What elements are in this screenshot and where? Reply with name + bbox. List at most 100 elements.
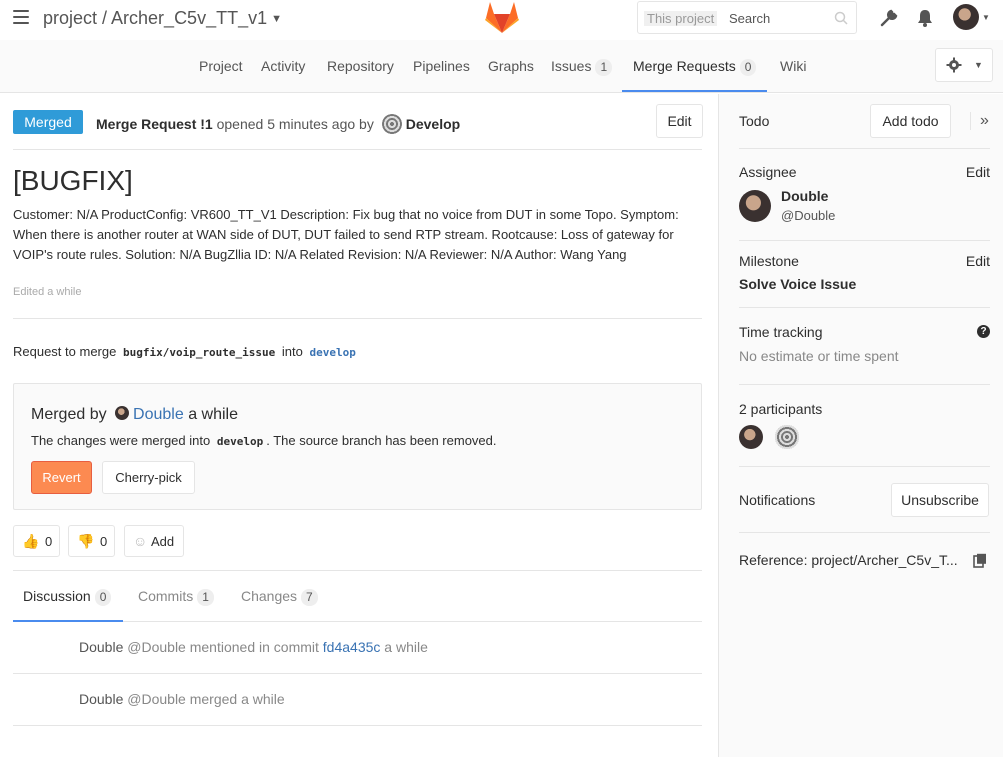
thumbs-up-count: 0 xyxy=(45,534,53,549)
note-handle[interactable]: @Double xyxy=(127,691,186,707)
assignee-user[interactable]: Double @Double xyxy=(739,188,990,224)
search-icon xyxy=(834,11,848,25)
divider xyxy=(13,318,702,319)
reference-text: Reference: project/Archer_C5v_T... xyxy=(739,552,958,568)
participant-avatar[interactable] xyxy=(775,425,799,449)
note-text: Double @Double merged a while xyxy=(79,691,285,707)
nav-graphs[interactable]: Graphs xyxy=(488,58,534,74)
mr-description: Customer: N/A ProductConfig: VR600_TT_V1… xyxy=(13,207,679,262)
participants-list xyxy=(739,425,990,452)
thumbs-up-icon: 👍 xyxy=(22,533,40,549)
request-prefix: Request to merge xyxy=(13,344,117,359)
author-name[interactable]: Develop xyxy=(406,116,460,132)
target-branch-link[interactable]: develop xyxy=(307,346,359,359)
nav-wiki[interactable]: Wiki xyxy=(780,58,806,74)
hamburger-menu-icon[interactable] xyxy=(13,10,29,24)
assignee-avatar xyxy=(739,190,771,222)
nav-merge-requests-label: Merge Requests xyxy=(633,58,736,74)
thumbs-up-award-button[interactable]: 👍 0 xyxy=(13,525,60,557)
revert-button[interactable]: Revert xyxy=(31,461,92,494)
merge-request-branches: Request to merge bugfix/voip_route_issue… xyxy=(13,344,359,359)
active-tab-underline xyxy=(622,90,767,92)
unsubscribe-button[interactable]: Unsubscribe xyxy=(891,483,989,517)
reference-section: Reference: project/Archer_C5v_T... xyxy=(739,552,990,568)
into-text: into xyxy=(281,344,303,359)
merger-link[interactable]: Double xyxy=(133,406,184,423)
author-avatar[interactable] xyxy=(381,114,402,134)
merged-by-prefix: Merged by xyxy=(31,406,107,423)
nav-activity[interactable]: Activity xyxy=(261,58,305,74)
bell-icon[interactable] xyxy=(915,8,935,28)
time-tracking-label: Time tracking xyxy=(739,324,823,340)
divider xyxy=(739,148,990,149)
notifications-label: Notifications xyxy=(739,492,816,508)
nav-issues-label: Issues xyxy=(551,58,592,74)
mr-tabs: Discussion 0 Commits 1 Changes 7 xyxy=(13,570,702,622)
note-author[interactable]: Double xyxy=(79,639,123,655)
tab-changes-label: Changes xyxy=(241,588,298,604)
tab-changes[interactable]: Changes 7 xyxy=(241,588,318,606)
edit-button[interactable]: Edit xyxy=(656,104,703,138)
assignee-label: Assignee xyxy=(739,164,797,180)
milestone-value[interactable]: Solve Voice Issue xyxy=(739,276,990,292)
tab-discussion[interactable]: Discussion 0 xyxy=(23,588,112,606)
chevron-down-icon[interactable]: ▼ xyxy=(982,13,990,22)
nav-project[interactable]: Project xyxy=(199,58,243,74)
merged-message: The changes were merged into develop. Th… xyxy=(31,433,497,448)
merged-widget: Merged by Double a while The changes wer… xyxy=(13,383,702,510)
assignee-edit-link[interactable]: Edit xyxy=(966,164,990,180)
cherry-pick-button[interactable]: Cherry-pick xyxy=(102,461,195,494)
commit-link[interactable]: fd4a435c xyxy=(323,639,381,655)
chevron-down-icon: ▼ xyxy=(974,60,983,70)
todo-label: Todo xyxy=(739,113,770,129)
merge-requests-count-badge: 0 xyxy=(739,59,757,76)
merger-avatar[interactable] xyxy=(115,406,130,420)
source-branch: bugfix/voip_route_issue xyxy=(122,346,276,359)
gitlab-logo-icon[interactable] xyxy=(484,0,520,34)
mr-title: [BUGFIX] xyxy=(13,165,133,196)
divider xyxy=(739,384,990,385)
thumbs-down-award-button[interactable]: 👎 0 xyxy=(68,525,115,557)
nav-pipelines[interactable]: Pipelines xyxy=(413,58,470,74)
tab-commits[interactable]: Commits 1 xyxy=(138,588,214,606)
project-path: project / Archer_C5v_TT_v1 xyxy=(43,8,268,28)
note-handle[interactable]: @Double xyxy=(127,639,186,655)
nav-merge-requests[interactable]: Merge Requests 0 xyxy=(633,58,757,76)
clipboard-icon[interactable] xyxy=(973,553,987,568)
merged-branch: develop xyxy=(216,435,264,448)
note-time: a while xyxy=(384,639,428,655)
add-award-button[interactable]: ☺ Add xyxy=(124,525,184,557)
nav-repository[interactable]: Repository xyxy=(327,58,394,74)
add-award-label: Add xyxy=(151,534,175,549)
wrench-icon[interactable] xyxy=(879,8,899,28)
note-action: merged a while xyxy=(189,691,285,707)
assignee-section: Assignee Edit Double @Double xyxy=(739,164,990,224)
search-box[interactable]: This project Search xyxy=(637,1,857,34)
nav-issues[interactable]: Issues 1 xyxy=(551,58,613,76)
user-avatar[interactable] xyxy=(953,4,979,30)
help-icon[interactable]: ? xyxy=(977,325,990,338)
status-badge: Merged xyxy=(13,110,83,134)
merged-when: a while xyxy=(188,406,239,423)
mr-reference: Merge Request !1 xyxy=(96,116,213,132)
right-sidebar: Todo Add todo » Assignee Edit Double @Do… xyxy=(718,94,1003,757)
chevron-down-icon: ▼ xyxy=(271,13,282,25)
add-todo-button[interactable]: Add todo xyxy=(870,104,951,138)
settings-dropdown-button[interactable]: ▼ xyxy=(935,48,993,82)
milestone-edit-link[interactable]: Edit xyxy=(966,253,990,269)
divider xyxy=(739,240,990,241)
note-author[interactable]: Double xyxy=(79,691,123,707)
divider xyxy=(13,149,702,150)
note-action: mentioned in commit xyxy=(189,639,319,655)
edited-note: Edited a while xyxy=(13,286,82,298)
note-text: Double @Double mentioned in commit fd4a4… xyxy=(79,639,428,655)
divider xyxy=(739,532,990,533)
mr-header-line: Merge Request !1 opened 5 minutes ago by… xyxy=(96,114,460,134)
discussion-count-badge: 0 xyxy=(94,589,112,606)
merged-by-line: Merged by Double a while xyxy=(31,406,238,424)
collapse-sidebar-icon[interactable]: » xyxy=(970,112,989,130)
thumbs-down-count: 0 xyxy=(100,534,108,549)
project-title-dropdown[interactable]: project / Archer_C5v_TT_v1 ▼ xyxy=(43,8,282,29)
time-tracking-value: No estimate or time spent xyxy=(739,348,899,364)
participant-avatar[interactable] xyxy=(739,425,763,449)
